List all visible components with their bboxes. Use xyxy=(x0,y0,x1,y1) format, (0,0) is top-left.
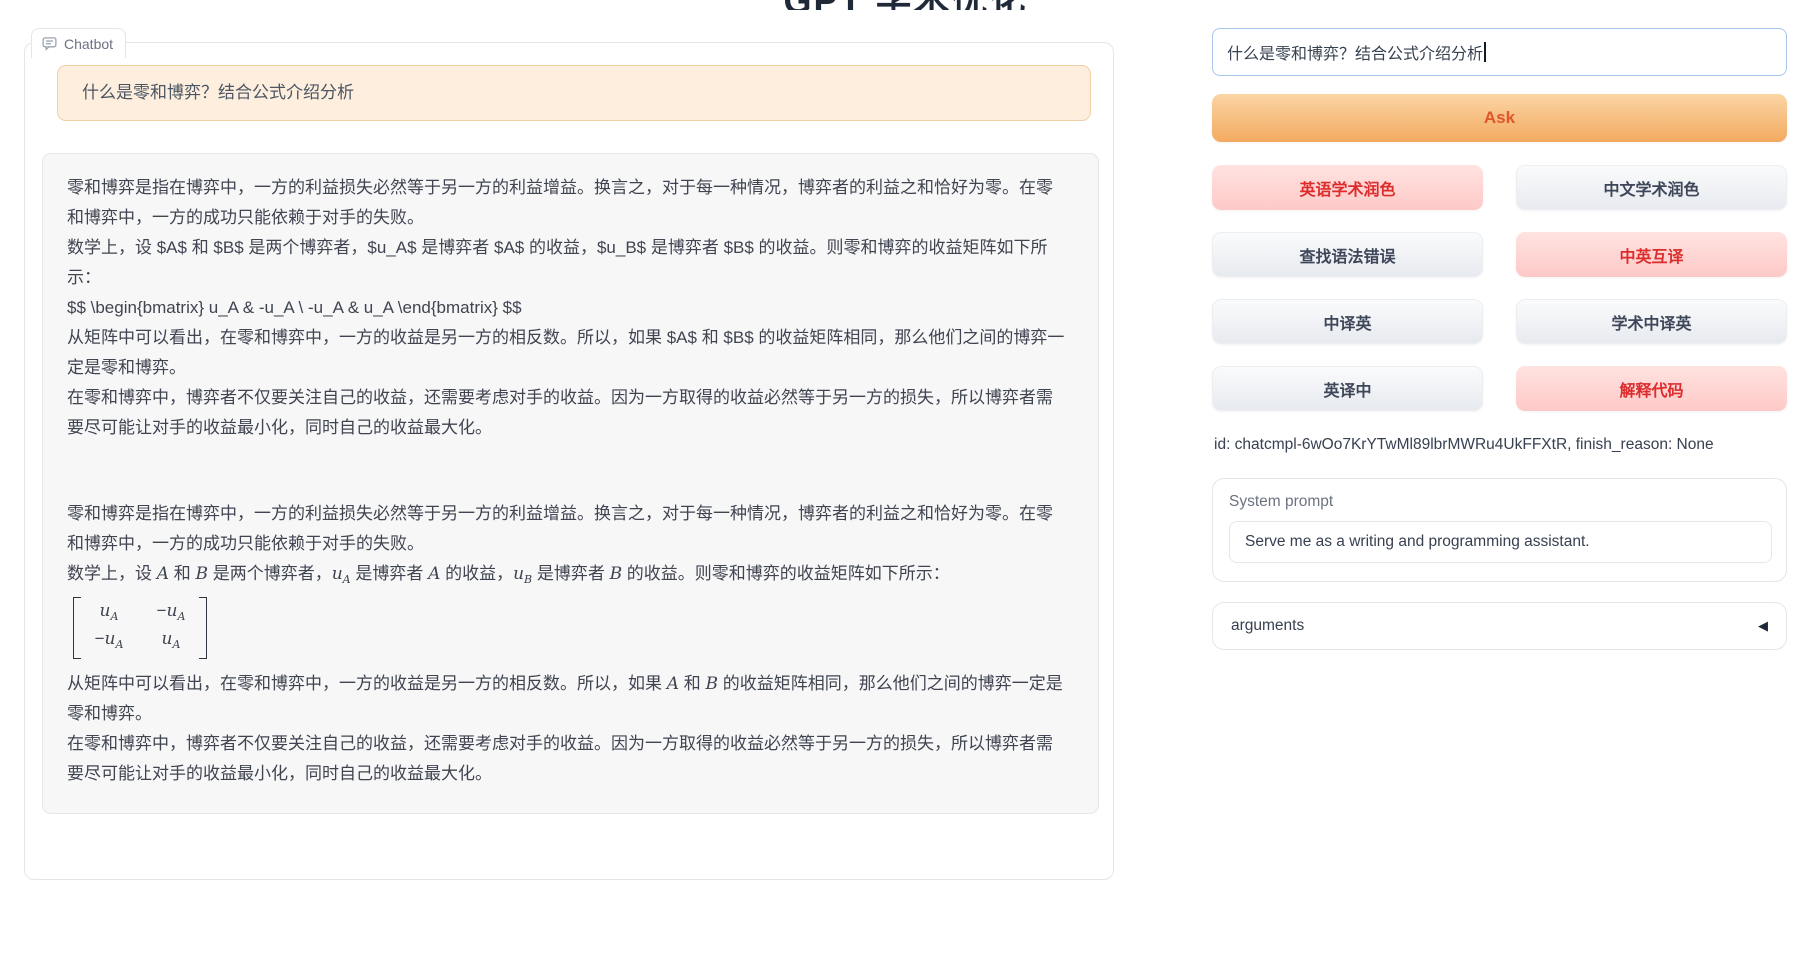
rendered-math-intro: 数学上，设 A 和 B 是两个博弈者，uA 是博弈者 A 的收益，uB 是博弈者… xyxy=(67,559,1067,595)
status-text: id: chatcmpl-6wOo7KrYTwMl89lbrMWRu4UkFFX… xyxy=(1214,436,1714,454)
matrix-right-bracket xyxy=(199,597,207,659)
bot-answer-rendered: 零和博弈是指在博弈中，一方的利益损失必然等于另一方的利益增益。换言之，对于每一种… xyxy=(67,499,1067,789)
chatbot-label: Chatbot xyxy=(64,36,113,52)
system-prompt-group: System prompt Serve me as a writing and … xyxy=(1212,478,1787,582)
fn-button-academic-zh-to-en[interactable]: 学术中译英 xyxy=(1516,299,1787,344)
question-input-value: 什么是零和博弈？结合公式介绍分析 xyxy=(1227,40,1483,64)
accordion-label: arguments xyxy=(1231,617,1304,635)
chat-bubble-icon xyxy=(42,36,57,51)
user-message-text: 什么是零和博弈？结合公式介绍分析 xyxy=(82,83,354,102)
matrix-left-bracket xyxy=(73,597,81,659)
page-title-partial: GPT 学术优化 xyxy=(24,0,1787,10)
rendered-paragraph-5: 在零和博弈中，博弈者不仅要关注自己的收益，还需要考虑对手的收益。因为一方取得的收… xyxy=(67,729,1067,789)
user-message: 什么是零和博弈？结合公式介绍分析 xyxy=(57,65,1091,121)
bot-message: 零和博弈是指在博弈中，一方的利益损失必然等于另一方的利益增益。换言之，对于每一种… xyxy=(42,153,1099,814)
raw-paragraph-1: 零和博弈是指在博弈中，一方的利益损失必然等于另一方的利益增益。换言之，对于每一种… xyxy=(67,173,1067,233)
raw-paragraph-5: 在零和博弈中，博弈者不仅要关注自己的收益，还需要考虑对手的收益。因为一方取得的收… xyxy=(67,383,1067,443)
raw-latex-formula: $$ \begin{bmatrix} u_A & -u_A \ -u_A & u… xyxy=(67,293,1067,323)
arguments-accordion[interactable]: arguments ◀ xyxy=(1212,602,1787,650)
raw-paragraph-4: 从矩阵中可以看出，在零和博弈中，一方的收益是另一方的相反数。所以，如果 $A$ … xyxy=(67,323,1067,383)
fn-button-explain-code[interactable]: 解释代码 xyxy=(1516,366,1787,411)
bot-answer-raw: 零和博弈是指在博弈中，一方的利益损失必然等于另一方的利益增益。换言之，对于每一种… xyxy=(67,173,1067,443)
system-prompt-label: System prompt xyxy=(1229,493,1770,511)
chatbot-label-tab: Chatbot xyxy=(31,28,126,58)
ask-button[interactable]: Ask xyxy=(1212,94,1787,142)
system-prompt-input[interactable]: Serve me as a writing and programming as… xyxy=(1229,521,1772,563)
fn-button-zh-en-mutual-translate[interactable]: 中英互译 xyxy=(1516,232,1787,277)
chatbot-panel[interactable]: Chatbot 什么是零和博弈？结合公式介绍分析 零和博弈是指在博弈中，一方的利… xyxy=(24,42,1114,880)
fn-button-zh-to-en[interactable]: 中译英 xyxy=(1212,299,1483,344)
text-caret xyxy=(1484,42,1486,62)
fn-button-en-to-zh[interactable]: 英译中 xyxy=(1212,366,1483,411)
function-button-grid: 英语学术润色 中文学术润色 查找语法错误 中英互译 中译英 学术中译英 英译中 … xyxy=(1212,165,1787,411)
rendered-matrix: uA −uA −uA uA xyxy=(67,595,1067,669)
fn-button-chinese-academic-polish[interactable]: 中文学术润色 xyxy=(1516,165,1787,210)
raw-paragraph-2: 数学上，设 $A$ 和 $B$ 是两个博弈者，$u_A$ 是博弈者 $A$ 的收… xyxy=(67,233,1067,293)
rendered-paragraph-1: 零和博弈是指在博弈中，一方的利益损失必然等于另一方的利益增益。换言之，对于每一种… xyxy=(67,499,1067,559)
fn-button-find-grammar-errors[interactable]: 查找语法错误 xyxy=(1212,232,1483,277)
rendered-paragraph-4: 从矩阵中可以看出，在零和博弈中，一方的收益是另一方的相反数。所以，如果 A 和 … xyxy=(67,669,1067,729)
system-prompt-value: Serve me as a writing and programming as… xyxy=(1245,533,1590,551)
fn-button-english-academic-polish[interactable]: 英语学术润色 xyxy=(1212,165,1483,210)
accordion-collapse-icon: ◀ xyxy=(1758,618,1768,634)
question-input[interactable]: 什么是零和博弈？结合公式介绍分析 xyxy=(1212,28,1787,76)
